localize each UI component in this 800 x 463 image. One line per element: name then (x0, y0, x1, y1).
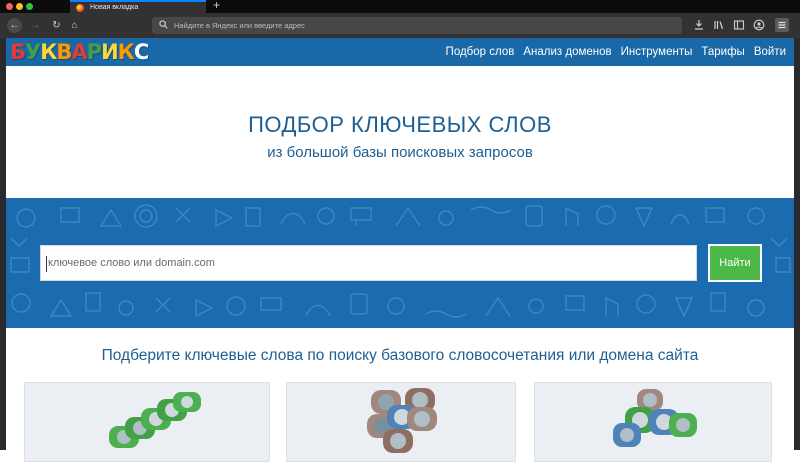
site-logo[interactable]: БУКВАРИКС (10, 38, 149, 66)
window-minimize-button[interactable] (16, 3, 23, 10)
logo-letter: С (133, 40, 149, 64)
nav-link-login[interactable]: Войти (754, 46, 786, 58)
feature-card-brown-keys[interactable] (286, 382, 516, 462)
firefox-icon (76, 4, 84, 12)
search-band: Найти (6, 198, 794, 328)
logo-letter: У (25, 40, 41, 64)
features-title: Подберите ключевые слова по поиску базов… (101, 347, 699, 364)
mixed-keychain-illustration (613, 389, 697, 447)
home-icon[interactable]: ⌂ (67, 18, 82, 33)
hero-section: ПОДБОР КЛЮЧЕВЫХ СЛОВ из большой базы пои… (6, 66, 794, 199)
new-tab-button[interactable]: + (213, 0, 220, 12)
site-header: БУКВАРИКС Подбор слов Анализ доменов Инс… (6, 38, 794, 66)
page-edge-right (794, 38, 800, 450)
url-input[interactable] (174, 17, 664, 34)
back-arrow-icon[interactable]: ← (7, 18, 22, 33)
address-bar[interactable] (152, 17, 682, 34)
nav-link-pricing[interactable]: Тарифы (701, 46, 744, 58)
logo-letter: В (56, 40, 72, 64)
find-button[interactable]: Найти (708, 244, 762, 282)
keyword-search-field[interactable] (40, 245, 697, 281)
brown-blue-keychain-illustration (367, 388, 437, 453)
browser-toolbar: ← → ↻ ⌂ (0, 13, 800, 38)
logo-letter: К (117, 40, 135, 64)
logo-letter: Р (86, 40, 102, 64)
green-keychain-illustration (109, 392, 201, 448)
site-nav: Подбор слов Анализ доменов Инструменты Т… (446, 38, 794, 66)
sidebar-icon[interactable] (733, 19, 745, 31)
browser-tab-bar: Новая вкладка + (0, 0, 800, 13)
logo-letter: А (71, 40, 87, 64)
window-zoom-button[interactable] (26, 3, 33, 10)
keyword-search-input[interactable] (41, 246, 696, 280)
tab-title: Новая вкладка (90, 4, 139, 11)
logo-letter: Б (10, 40, 26, 64)
nav-link-domain-analysis[interactable]: Анализ доменов (523, 46, 611, 58)
logo-letter: К (40, 40, 57, 64)
forward-arrow-icon[interactable]: → (28, 18, 43, 33)
hero-subtitle: из большой базы поисковых запросов (267, 144, 533, 161)
library-icon[interactable] (713, 19, 725, 31)
feature-card-green-keys[interactable] (24, 382, 270, 462)
search-icon (159, 20, 168, 29)
logo-letter: И (101, 40, 119, 64)
browser-tab[interactable]: Новая вкладка (70, 0, 206, 13)
nav-link-keyword-selection[interactable]: Подбор слов (446, 46, 515, 58)
account-icon[interactable] (753, 19, 765, 31)
reload-icon[interactable]: ↻ (49, 18, 64, 33)
window-close-button[interactable] (6, 3, 13, 10)
downloads-icon[interactable] (693, 19, 705, 31)
text-cursor (46, 256, 47, 272)
nav-link-tools[interactable]: Инструменты (621, 46, 693, 58)
feature-card-mixed-keys[interactable] (534, 382, 772, 462)
features-section: Подберите ключевые слова по поиску базов… (6, 328, 794, 462)
hero-title: ПОДБОР КЛЮЧЕВЫХ СЛОВ (248, 112, 552, 137)
hamburger-menu-icon[interactable] (775, 18, 789, 32)
